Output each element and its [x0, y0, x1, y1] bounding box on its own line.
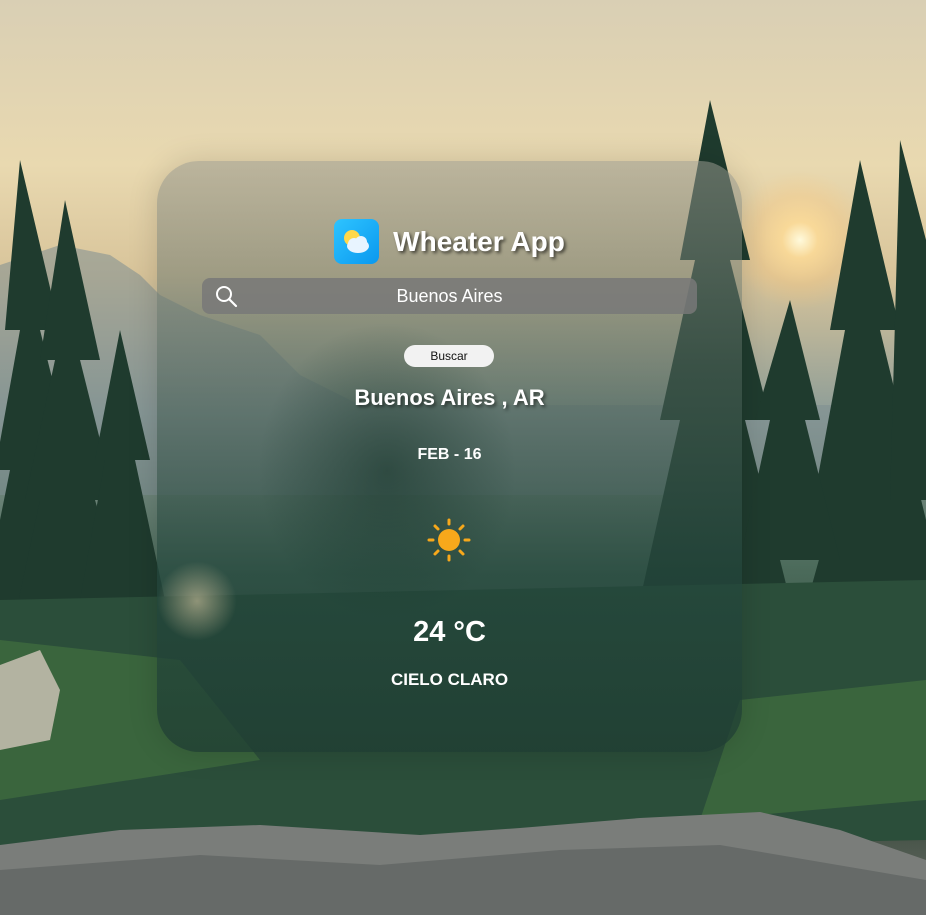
rock-foreground: [0, 812, 926, 915]
search-button[interactable]: Buscar: [404, 345, 494, 367]
app-header: Wheater App: [157, 219, 742, 264]
search-input[interactable]: [242, 278, 657, 314]
temperature-label: 24 °C: [413, 616, 486, 648]
condition-label: CIELO CLARO: [390, 670, 509, 689]
weather-card: Wheater App Buscar Buenos Aires , AR FEB…: [157, 161, 742, 752]
search-bar: [202, 278, 697, 314]
sun-icon: [427, 518, 471, 562]
app-title: Wheater App: [393, 225, 565, 257]
location-label: Buenos Aires , AR: [354, 385, 545, 410]
background-scene: Wheater App Buscar Buenos Aires , AR FEB…: [0, 0, 926, 915]
partly-cloudy-icon: [334, 219, 380, 264]
search-icon[interactable]: [214, 284, 238, 308]
date-label: FEB - 16: [417, 446, 482, 463]
